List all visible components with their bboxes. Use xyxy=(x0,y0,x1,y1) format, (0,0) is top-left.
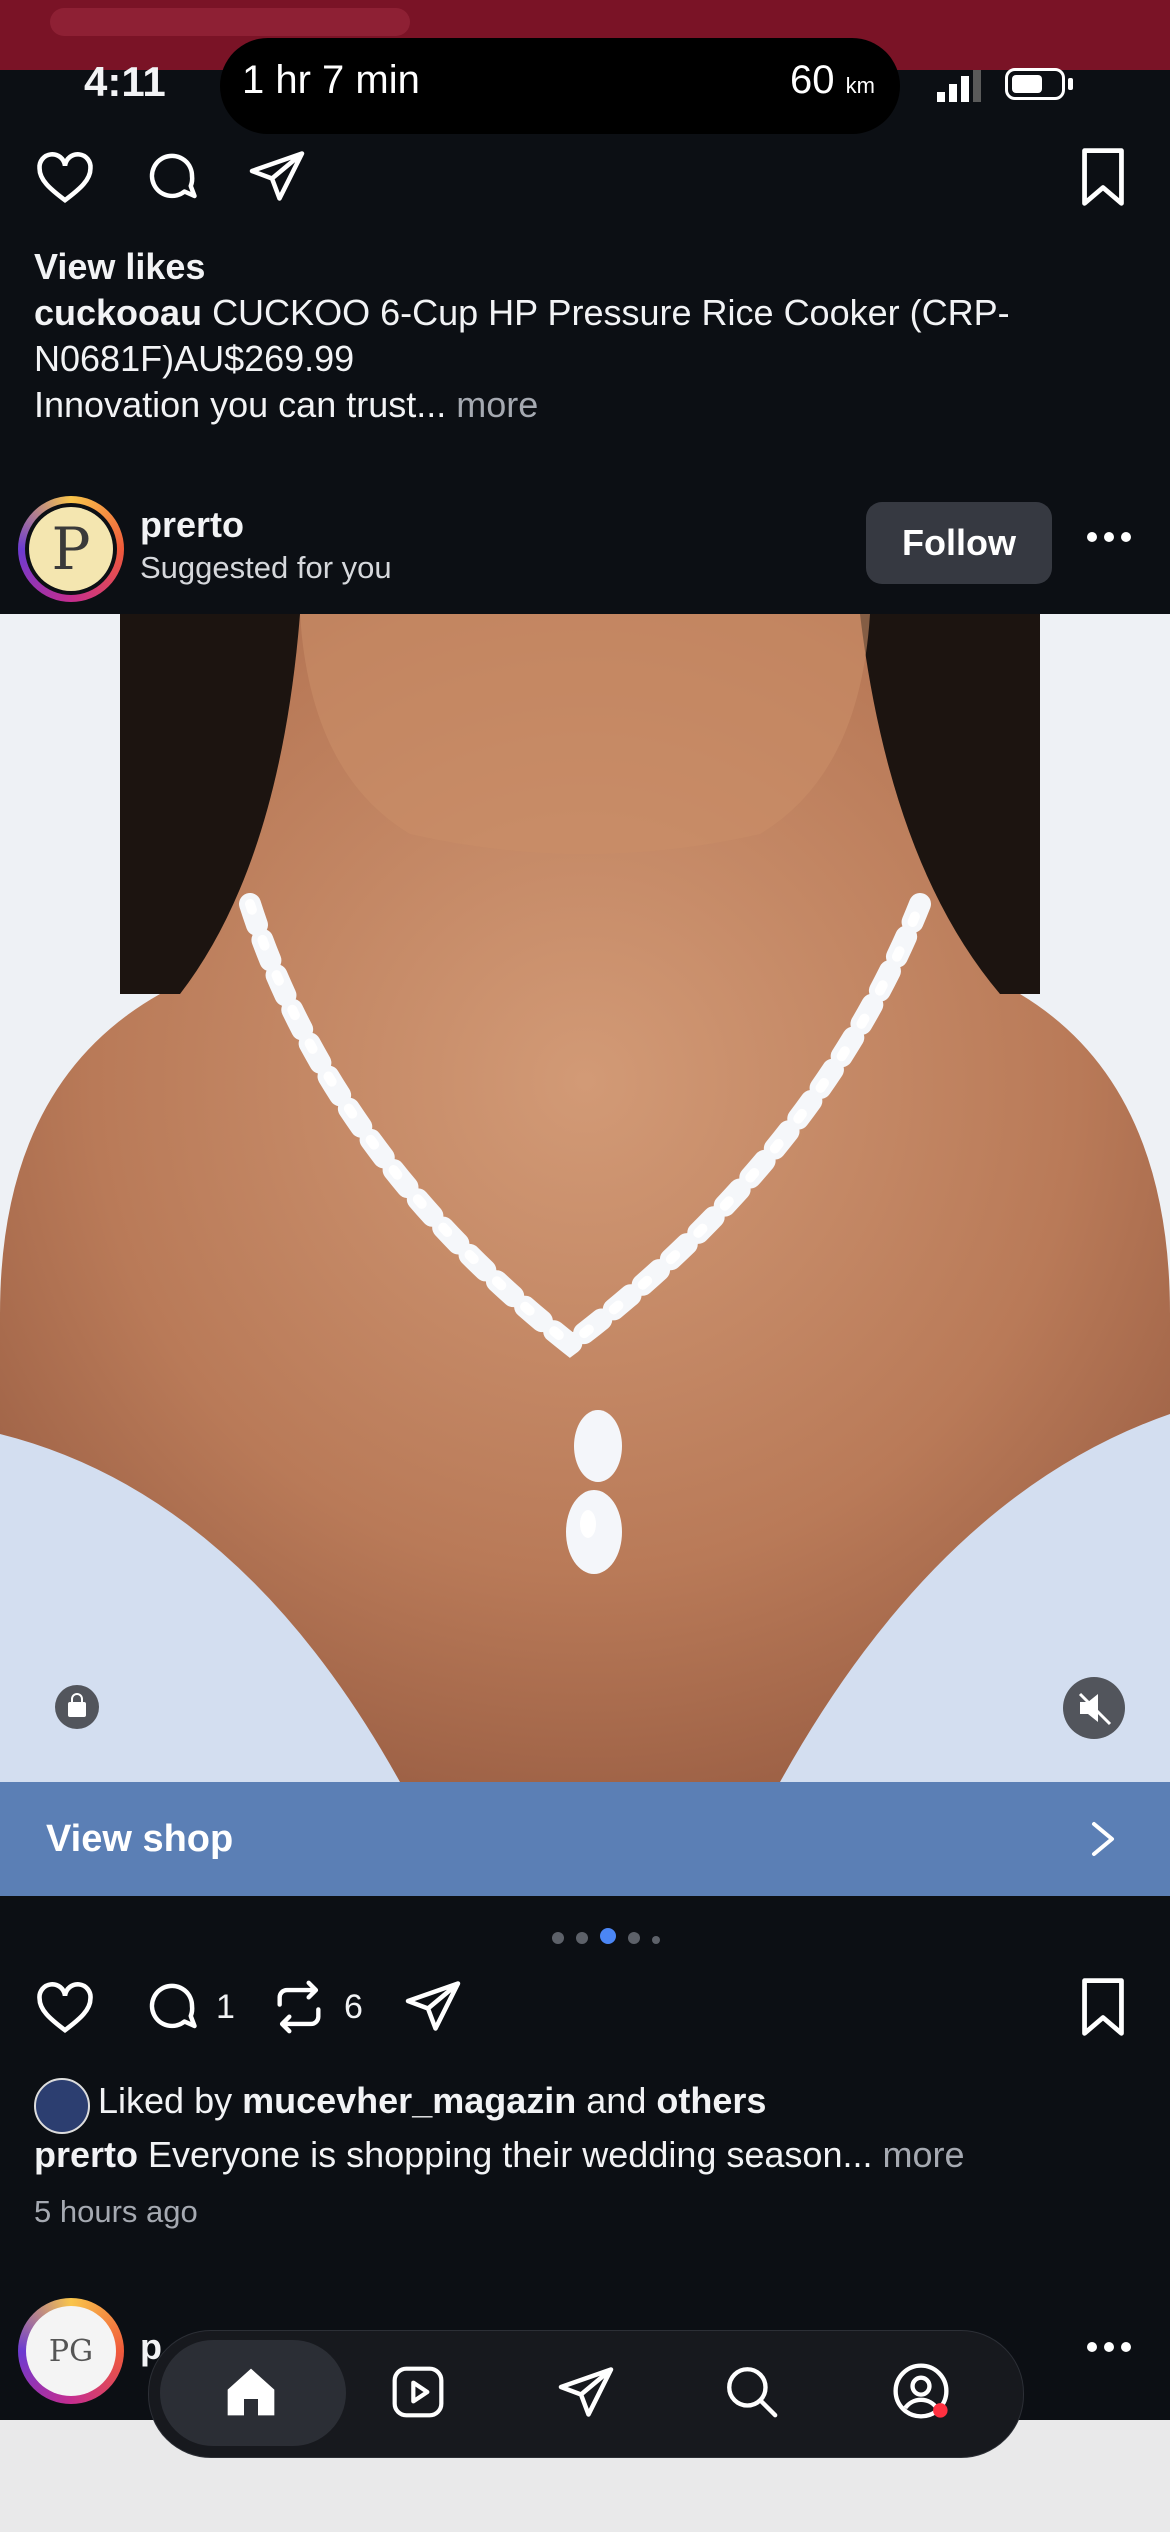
bookmark-icon[interactable] xyxy=(1076,148,1130,206)
previous-caption-line3: Innovation you can trust... more xyxy=(34,384,538,426)
previous-caption-line1: cuckooau CUCKOO 6-Cup HP Pressure Rice C… xyxy=(34,292,1010,334)
previous-caption-line2: N0681F)AU$269.99 xyxy=(34,338,355,379)
view-shop-label: View shop xyxy=(46,1818,234,1860)
mute-icon[interactable] xyxy=(1062,1676,1126,1740)
previous-more-link[interactable]: more xyxy=(456,384,538,425)
previous-username[interactable]: cuckooau xyxy=(34,292,202,333)
repost-icon[interactable] xyxy=(270,1978,328,2036)
home-icon[interactable] xyxy=(222,2364,280,2420)
distance-unit: km xyxy=(845,73,875,98)
chevron-right-icon xyxy=(1090,1820,1116,1858)
blurred-banner xyxy=(50,8,410,36)
battery-icon xyxy=(1005,68,1065,100)
previous-caption-text3: Innovation you can trust... xyxy=(34,384,447,425)
trip-distance: 60 km xyxy=(790,58,875,103)
avatar[interactable]: P xyxy=(29,507,113,591)
liked-by-others[interactable]: others xyxy=(656,2080,766,2121)
post-caption: prerto Everyone is shopping their weddin… xyxy=(34,2134,965,2176)
comment-icon[interactable] xyxy=(142,146,202,206)
battery-tip xyxy=(1068,78,1073,90)
post-username[interactable]: prerto xyxy=(140,504,244,546)
liked-by-user[interactable]: mucevher_magazin xyxy=(242,2080,576,2121)
suggested-label: Suggested for you xyxy=(140,550,392,585)
post-timestamp: 5 hours ago xyxy=(34,2194,198,2229)
signal-icon xyxy=(935,70,985,109)
more-icon[interactable] xyxy=(1086,530,1132,544)
distance-value: 60 xyxy=(790,58,835,102)
liked-by-prefix: Liked by xyxy=(98,2080,233,2121)
previous-caption-text1: CUCKOO 6-Cup HP Pressure Rice Cooker (CR… xyxy=(212,292,1010,333)
repost-count: 6 xyxy=(344,1988,363,2026)
status-time: 4:11 xyxy=(84,58,166,105)
search-icon[interactable] xyxy=(722,2362,780,2420)
heart-icon[interactable] xyxy=(34,1978,96,2034)
carousel-dot xyxy=(652,1936,660,1944)
shop-bag-icon[interactable] xyxy=(54,1684,100,1730)
next-avatar[interactable]: PG xyxy=(26,2306,116,2396)
necklace-photo xyxy=(0,614,1170,1782)
comment-icon[interactable] xyxy=(142,1976,202,2036)
profile-icon[interactable] xyxy=(892,2362,950,2420)
post-image[interactable] xyxy=(0,614,1170,1782)
comment-count: 1 xyxy=(216,1988,235,2026)
trip-duration: 1 hr 7 min xyxy=(242,58,420,102)
liked-by-and: and xyxy=(586,2080,647,2121)
liker-avatar[interactable] xyxy=(34,2078,90,2134)
carousel-dot xyxy=(628,1932,640,1944)
share-icon[interactable] xyxy=(246,146,308,206)
heart-icon[interactable] xyxy=(34,148,96,204)
share-icon[interactable] xyxy=(556,2362,616,2422)
carousel-indicator xyxy=(552,1928,672,1949)
caption-more-link[interactable]: more xyxy=(883,2134,965,2175)
reels-icon[interactable] xyxy=(390,2364,446,2420)
more-icon[interactable] xyxy=(1086,2340,1132,2354)
bookmark-icon[interactable] xyxy=(1076,1978,1130,2036)
caption-username[interactable]: prerto xyxy=(34,2134,138,2175)
follow-button[interactable]: Follow xyxy=(866,502,1052,584)
caption-text: Everyone is shopping their wedding seaso… xyxy=(148,2134,873,2175)
carousel-dot xyxy=(552,1932,564,1944)
view-likes-link[interactable]: View likes xyxy=(34,246,205,288)
carousel-dot xyxy=(576,1932,588,1944)
share-icon[interactable] xyxy=(402,1976,464,2036)
carousel-dot-active xyxy=(600,1928,616,1944)
liked-by-line: Liked by mucevher_magazin and others xyxy=(98,2080,766,2122)
